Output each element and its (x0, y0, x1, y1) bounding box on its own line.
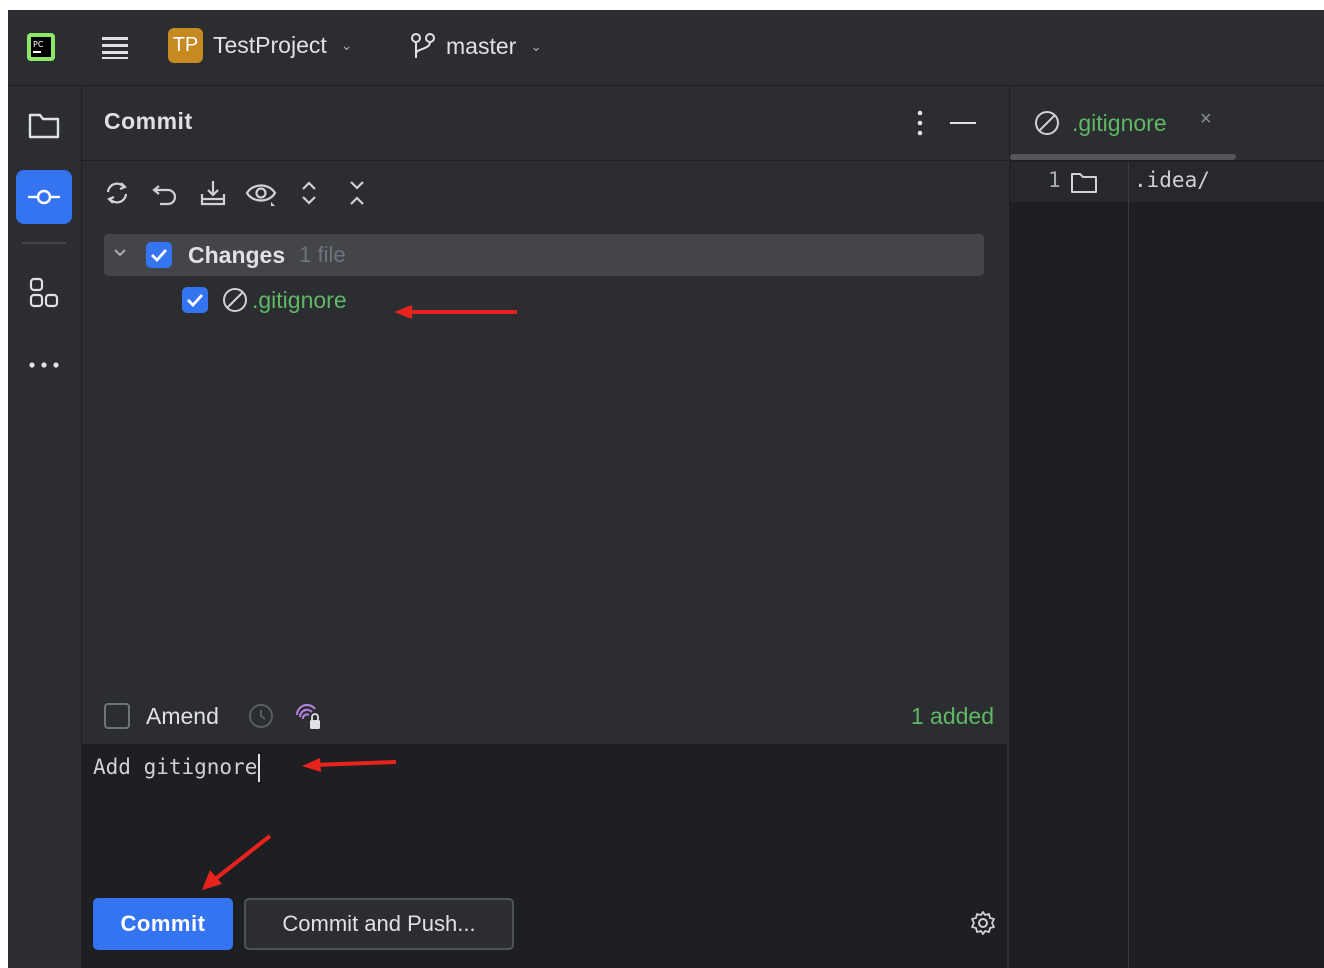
toolbar-separator (22, 242, 66, 244)
chevron-down-icon: ⌄ (530, 37, 543, 54)
options-menu-icon[interactable] (914, 108, 926, 143)
commit-message-text: Add gitignore (93, 755, 258, 779)
changes-summary: 1 added (910, 702, 994, 729)
structure-button[interactable] (16, 266, 72, 320)
more-icon (29, 362, 59, 368)
gear-icon[interactable] (970, 910, 996, 941)
commit-tool-button[interactable] (16, 170, 72, 224)
changes-checkbox[interactable] (146, 242, 172, 268)
commit-panel-header: Commit (82, 86, 1007, 161)
code-line[interactable]: 1 .idea/ (1010, 162, 1324, 202)
shelve-icon[interactable] (196, 176, 230, 210)
text-caret (258, 754, 261, 782)
branch-selector[interactable]: master ⌄ (410, 32, 542, 60)
ignore-file-icon (1034, 110, 1060, 136)
project-view-button[interactable] (16, 98, 72, 152)
file-name: .gitignore (252, 286, 347, 313)
ai-assistant-icon[interactable] (293, 701, 323, 731)
commit-icon (28, 189, 60, 205)
chevron-down-icon: ⌄ (340, 37, 353, 53)
folder-icon (28, 113, 60, 139)
checkmark-icon (187, 294, 204, 307)
chevron-down-icon[interactable] (112, 246, 128, 264)
gutter-divider (1128, 162, 1129, 968)
collapse-all-icon[interactable] (340, 176, 374, 210)
tool-window-bar (8, 86, 82, 968)
refresh-icon[interactable] (100, 176, 134, 210)
changes-tree: Changes 1 file .gitignore (104, 234, 984, 324)
file-row[interactable]: .gitignore (104, 276, 984, 324)
ignore-file-icon (222, 287, 248, 313)
tab-scroll-indicator[interactable] (1010, 154, 1236, 160)
editor-tab[interactable]: .gitignore × (1010, 86, 1324, 160)
structure-icon (29, 277, 59, 308)
commit-button[interactable]: Commit (93, 898, 233, 950)
ide-window: PC TP TestProject ⌄ master ⌄ Commit Chan… (8, 10, 1324, 968)
preview-eye-icon[interactable] (244, 176, 278, 210)
project-badge: TP (168, 28, 203, 63)
branch-icon (411, 33, 435, 58)
file-checkbox[interactable] (182, 287, 208, 313)
expand-all-icon[interactable] (292, 176, 326, 210)
branch-name: master (446, 32, 517, 59)
code-text: .idea/ (1134, 168, 1210, 192)
tab-label: .gitignore (1072, 110, 1167, 136)
editor-pane: .gitignore × 1 .idea/ (1009, 86, 1324, 968)
pycharm-logo-icon[interactable]: PC (26, 32, 56, 62)
line-number: 1 (1048, 168, 1061, 192)
project-name: TestProject (213, 32, 327, 58)
changes-file-count: 1 file (299, 242, 346, 267)
rollback-icon[interactable] (148, 176, 182, 210)
commit-and-push-button[interactable]: Commit and Push... (244, 898, 514, 950)
commit-toolbar (100, 176, 374, 210)
panel-title: Commit (104, 108, 193, 134)
folder-icon (1070, 170, 1098, 194)
changes-group-label: Changes (188, 241, 286, 268)
changes-group-row[interactable]: Changes 1 file (104, 234, 984, 276)
annotation-arrow (302, 758, 397, 772)
close-icon[interactable]: × (1200, 108, 1212, 131)
amend-checkbox[interactable] (104, 703, 130, 729)
annotation-arrow (394, 305, 517, 319)
project-selector[interactable]: TP TestProject ⌄ (168, 28, 353, 63)
commit-message-area[interactable]: Add gitignore Commit Commit and Push... (82, 744, 1007, 968)
minimize-icon[interactable] (950, 122, 976, 124)
amend-label[interactable]: Amend (146, 703, 219, 730)
annotation-arrow (202, 834, 272, 890)
main-menu-icon[interactable] (100, 32, 130, 62)
title-bar: PC TP TestProject ⌄ master ⌄ (8, 10, 1324, 86)
checkmark-icon (151, 249, 168, 262)
amend-row: Amend 1 added (104, 696, 994, 736)
commit-history-icon[interactable] (247, 702, 275, 730)
commit-panel: Commit Changes 1 file .gitignore Amend 1… (82, 86, 1007, 968)
more-tools-button[interactable] (16, 338, 72, 392)
commit-message-input[interactable]: Add gitignore (93, 754, 261, 782)
svg-text:PC: PC (33, 40, 44, 49)
